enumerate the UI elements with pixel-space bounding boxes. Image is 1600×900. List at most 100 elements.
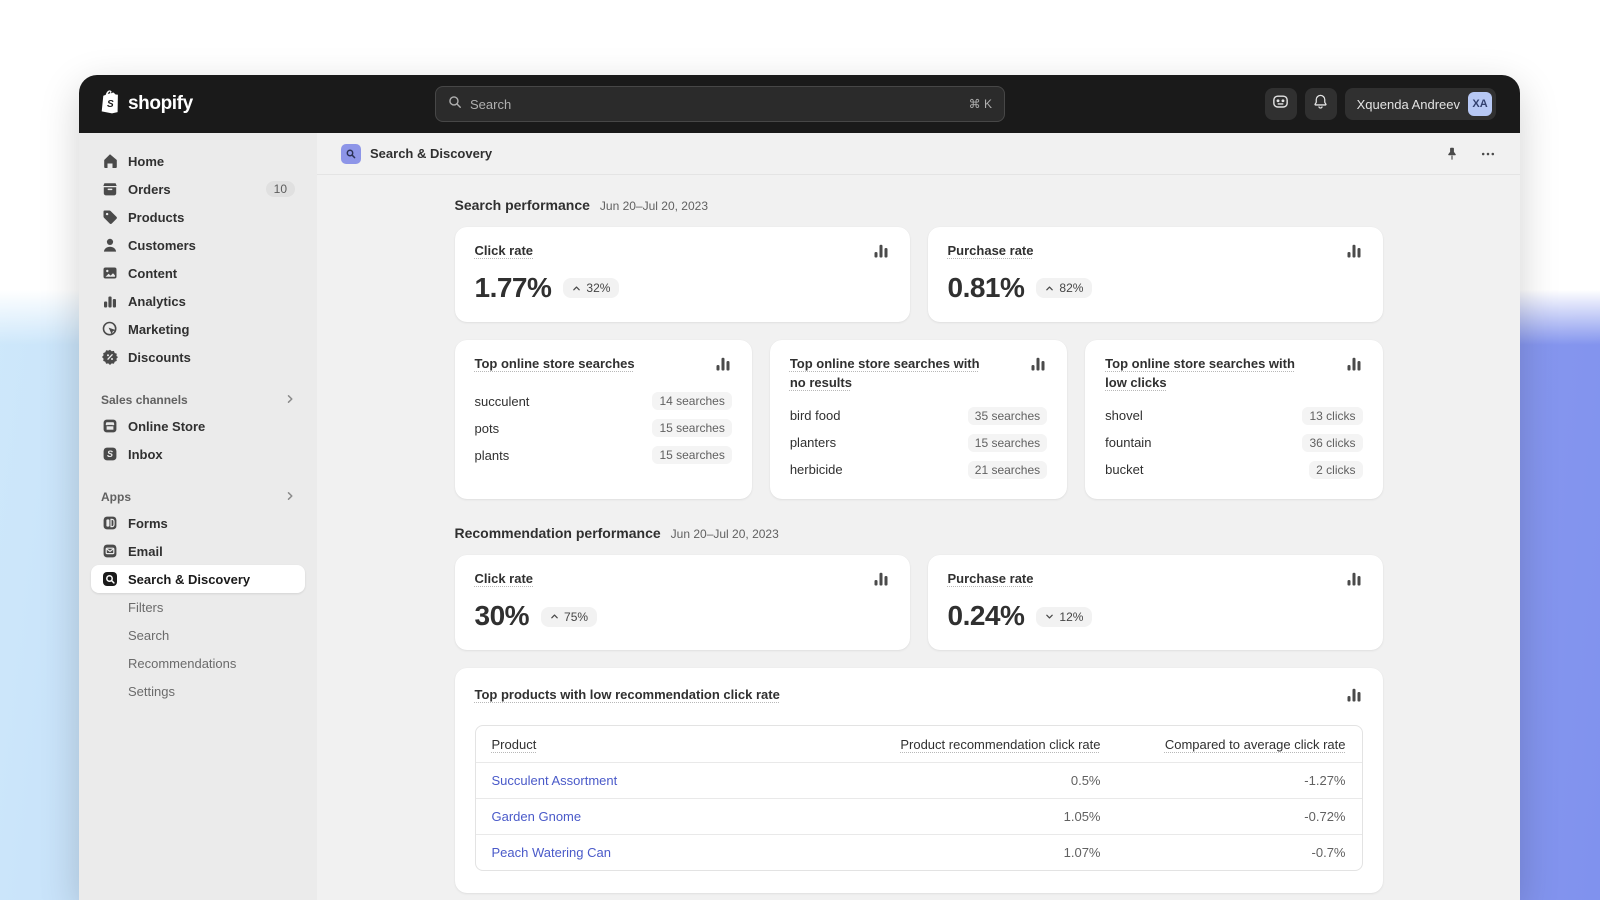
sidebar-item-online-store[interactable]: Online Store xyxy=(91,412,305,440)
search-term: fountain xyxy=(1105,435,1151,450)
topbar: S shopify ⌘ K Xquen xyxy=(79,75,1520,133)
product-link[interactable]: Succulent Assortment xyxy=(492,773,618,788)
user-menu[interactable]: Xquenda Andreev XA xyxy=(1345,88,1496,120)
page-content: Search performance Jun 20–Jul 20, 2023 C… xyxy=(455,175,1383,900)
metric-label[interactable]: Purchase rate xyxy=(948,242,1034,261)
sidebar-subitem-recommendations[interactable]: Recommendations xyxy=(91,649,305,677)
sidebar-subitem-settings[interactable]: Settings xyxy=(91,677,305,705)
click-rate-value: 0.5% xyxy=(776,773,1101,788)
column-header-click-rate[interactable]: Product recommendation click rate xyxy=(900,737,1100,752)
search-count: 15 searches xyxy=(652,419,731,437)
compared-value: -0.72% xyxy=(1101,809,1346,824)
sidebar-item-discounts[interactable]: Discounts xyxy=(91,343,305,371)
search-input[interactable] xyxy=(470,97,961,112)
tag-icon xyxy=(101,208,119,226)
orders-count-badge: 10 xyxy=(266,181,295,197)
sidebar-item-customers[interactable]: Customers xyxy=(91,231,305,259)
shopify-bag-icon: S xyxy=(100,90,121,119)
view-report-icon[interactable] xyxy=(872,242,890,265)
low-clicks-searches-card: Top online store searches with low click… xyxy=(1085,340,1382,500)
ellipsis-icon xyxy=(1480,146,1496,162)
card-title[interactable]: Top online store searches xyxy=(475,355,635,374)
column-header-compared[interactable]: Compared to average click rate xyxy=(1165,737,1346,752)
view-report-icon[interactable] xyxy=(872,570,890,593)
trend-badge: 82% xyxy=(1036,278,1092,298)
storefront-icon xyxy=(101,417,119,435)
trend-badge: 75% xyxy=(541,607,597,627)
click-rate-card: Click rate 1.77% 32% xyxy=(455,227,910,322)
metric-label[interactable]: Click rate xyxy=(475,570,534,589)
orders-icon xyxy=(101,180,119,198)
table-header-row: Product Product recommendation click rat… xyxy=(476,726,1362,762)
search-term-row: herbicide 21 searches xyxy=(790,456,1047,483)
low-click-products-card: Top products with low recommendation cli… xyxy=(455,668,1383,893)
sidebar-item-content[interactable]: Content xyxy=(91,259,305,287)
sidebar-item-products[interactable]: Products xyxy=(91,203,305,231)
search-term-row: planters 15 searches xyxy=(790,429,1047,456)
chevron-right-icon xyxy=(285,393,295,407)
trend-badge: 12% xyxy=(1036,607,1092,627)
compared-value: -1.27% xyxy=(1101,773,1346,788)
search-term: planters xyxy=(790,435,836,450)
shopify-logo[interactable]: S shopify xyxy=(100,75,193,133)
purchase-rate-card: Purchase rate 0.81% 82% xyxy=(928,227,1383,322)
pin-button[interactable] xyxy=(1444,146,1460,162)
sidebar-subitem-search[interactable]: Search xyxy=(91,621,305,649)
view-report-icon[interactable] xyxy=(1345,686,1363,709)
card-title[interactable]: Top products with low recommendation cli… xyxy=(475,686,780,705)
view-report-icon[interactable] xyxy=(714,355,732,378)
notifications-button[interactable] xyxy=(1305,88,1337,120)
sidebar-item-inbox[interactable]: S Inbox xyxy=(91,440,305,468)
page-header: Search & Discovery xyxy=(317,133,1520,175)
search-term: succulent xyxy=(475,394,530,409)
sidebar-item-label: Forms xyxy=(128,516,168,531)
sidebar-subitem-label: Recommendations xyxy=(128,656,236,671)
search-term-row: shovel 13 clicks xyxy=(1105,402,1362,429)
sidebar-item-home[interactable]: Home xyxy=(91,147,305,175)
sidebar-item-email[interactable]: Email xyxy=(91,537,305,565)
sidebar-item-label: Customers xyxy=(128,238,196,253)
view-report-icon[interactable] xyxy=(1345,570,1363,593)
shopify-logo-text: shopify xyxy=(128,93,193,115)
table-row: Garden Gnome 1.05% -0.72% xyxy=(476,798,1362,834)
discount-icon xyxy=(101,348,119,366)
global-search[interactable]: ⌘ K xyxy=(435,86,1005,122)
arrow-up-icon xyxy=(572,284,581,293)
trend-value: 75% xyxy=(564,610,588,624)
rec-purchase-rate-card: Purchase rate 0.24% 12% xyxy=(928,555,1383,650)
product-link[interactable]: Garden Gnome xyxy=(492,809,582,824)
sidebar-item-label: Discounts xyxy=(128,350,191,365)
sidebar-item-marketing[interactable]: Marketing xyxy=(91,315,305,343)
bell-icon xyxy=(1312,93,1329,115)
pin-icon xyxy=(1444,146,1460,162)
metric-label[interactable]: Purchase rate xyxy=(948,570,1034,589)
search-term-row: bird food 35 searches xyxy=(790,402,1047,429)
product-link[interactable]: Peach Watering Can xyxy=(492,845,611,860)
column-header-product[interactable]: Product xyxy=(492,737,537,752)
section-title: Recommendation performance xyxy=(455,525,661,541)
sidebar-item-analytics[interactable]: Analytics xyxy=(91,287,305,315)
sidebar-section-sales-channels[interactable]: Sales channels xyxy=(91,388,305,412)
view-report-icon[interactable] xyxy=(1345,242,1363,265)
user-name: Xquenda Andreev xyxy=(1357,97,1460,112)
card-title[interactable]: Top online store searches with no result… xyxy=(790,355,990,393)
table-row: Succulent Assortment 0.5% -1.27% xyxy=(476,762,1362,798)
sidebar-item-orders[interactable]: Orders 10 xyxy=(91,175,305,203)
metric-label[interactable]: Click rate xyxy=(475,242,534,261)
metric-value: 1.77% xyxy=(475,273,552,304)
compared-value: -0.7% xyxy=(1101,845,1346,860)
view-report-icon[interactable] xyxy=(1345,355,1363,378)
search-term-row: pots 15 searches xyxy=(475,415,732,442)
sidebar-item-forms[interactable]: Forms xyxy=(91,509,305,537)
home-icon xyxy=(101,152,119,170)
trend-badge: 32% xyxy=(563,278,619,298)
sidekick-button[interactable] xyxy=(1265,88,1297,120)
sidebar-section-apps[interactable]: Apps xyxy=(91,485,305,509)
sidebar-item-search-discovery[interactable]: Search & Discovery xyxy=(91,565,305,593)
sidebar-subitem-filters[interactable]: Filters xyxy=(91,593,305,621)
no-results-searches-card: Top online store searches with no result… xyxy=(770,340,1067,500)
more-actions-button[interactable] xyxy=(1480,146,1496,162)
section-label: Sales channels xyxy=(101,393,188,407)
view-report-icon[interactable] xyxy=(1029,355,1047,378)
card-title[interactable]: Top online store searches with low click… xyxy=(1105,355,1305,393)
